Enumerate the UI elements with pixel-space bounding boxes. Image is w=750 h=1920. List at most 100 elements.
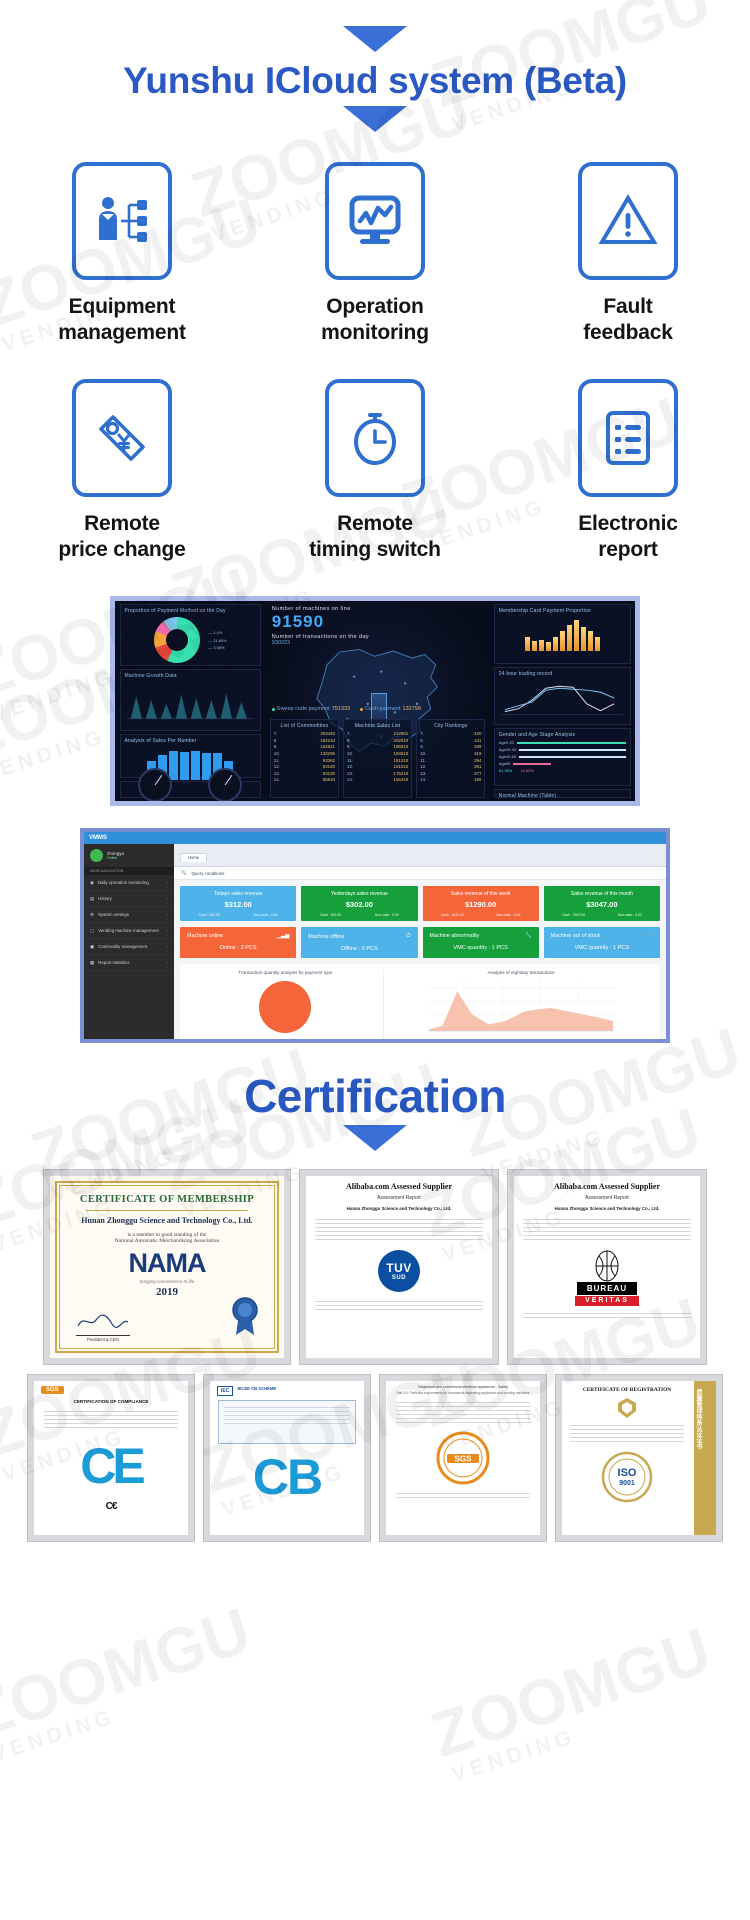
panel-title: 24 hour trading record — [498, 671, 553, 678]
table-row: 9. 349 — [420, 744, 482, 750]
legend-scan-value: 791333 — [331, 706, 351, 713]
vmms-user-block[interactable]: zhongyu Online — [84, 844, 174, 868]
certificate-footer-lines — [514, 1306, 700, 1326]
table-row: 11. 181310 — [347, 757, 409, 763]
query-bar[interactable]: 🔍 Query conditions — [174, 867, 666, 881]
certificate-heading: CERTIFICATE OF MEMBERSHIP — [79, 1194, 255, 1206]
legend-cash-label: Cash payment — [365, 706, 401, 713]
membership-bar-chart — [495, 617, 630, 652]
remote-timing-switch-icon — [354, 413, 396, 466]
machine-icon: ▢ — [90, 927, 95, 933]
sidebar-item-daily-operation-monitoring[interactable]: ◉ Daily operation monitoring › — [84, 875, 174, 892]
cloud-dashboard-screenshot[interactable]: Number of machines on line 91590 Number … — [110, 596, 640, 807]
dashboard-center-column: Number of machines on line 91590 Number … — [265, 601, 490, 802]
svg-text:9001: 9001 — [619, 1480, 635, 1487]
machine-growth-chart — [126, 693, 255, 720]
chart-payment-type: Transaction quantity analysis by payment… — [188, 970, 383, 1039]
trading-line-chart — [501, 686, 623, 716]
tuv-sud-badge: TUV SUD — [378, 1249, 420, 1292]
dashboard-left-column: Proportion of Payment Method on the Day … — [115, 601, 266, 802]
sgs-logo: SGS — [41, 1386, 64, 1395]
sidebar-section-head: MAIN NAVIGATION — [84, 867, 174, 876]
report-icon: ▦ — [90, 959, 95, 965]
query-label: Query conditions — [191, 870, 225, 876]
table-row: 14. 156410 — [347, 777, 409, 783]
panel-membership-card: Membership Card Payment Proportion — [493, 604, 631, 665]
panel-title: Membership Card Payment Proportion — [498, 608, 591, 615]
feature-remote-timing-switch[interactable]: Remote timing switch — [275, 379, 475, 562]
remote-price-change-icon — [99, 415, 145, 462]
table-row: 14. 86510 — [273, 777, 335, 783]
feature-operation-monitoring[interactable]: Operation monitoring — [275, 162, 475, 345]
ce-mark-small: C€ — [105, 1500, 118, 1512]
sidebar-item-commodity-management[interactable]: ▣ Commodity management › — [84, 939, 174, 956]
certificate-alibaba-bureau-veritas[interactable]: Alibaba.com Assessed Supplier Assessment… — [507, 1169, 707, 1366]
sidebar-item-history[interactable]: ▤ History › — [84, 891, 174, 908]
certificate-nama-membership[interactable]: CERTIFICATE OF MEMBERSHIP Hunan Zhonggu … — [43, 1169, 291, 1366]
certificate-row: SGS CERTIFICATION OF COMPLIANCE CE C€ IE… — [18, 1374, 732, 1543]
search-icon: 🔍 — [181, 870, 187, 876]
iso-side-band: 质量管理体系认证证书 — [694, 1381, 716, 1536]
panel-gender-age: Gender and Age Stage Analysis Age0-20 Ag… — [493, 728, 631, 787]
table-row: 14. 165 — [420, 777, 482, 783]
certificate-footer-lines — [386, 1486, 540, 1505]
table-title: List of Commodities — [280, 723, 329, 730]
kpi-yesterdays-sales-revenue: Yesterdays sales revenue $302.00 Cash : … — [301, 886, 418, 922]
certificate-sgs-ce[interactable]: SGS CERTIFICATION OF COMPLIANCE CE C€ — [27, 1374, 195, 1543]
tab-home[interactable]: Home — [180, 852, 208, 862]
table-row: 11. 294 — [420, 757, 482, 763]
gauge-unit-price: Current unit price of trader (/ yuan) — [203, 767, 247, 802]
vmms-topbar: VMMS — [84, 832, 666, 845]
triangle-down-icon — [343, 106, 407, 132]
operation-monitoring-icon — [349, 195, 401, 244]
certificate-image: Household and commercial electrical appl… — [386, 1381, 540, 1536]
feature-remote-price-change[interactable]: Remote price change — [22, 379, 222, 562]
certificate-org: National Automatic Merchandising Associa… — [114, 1237, 220, 1244]
certificate-iso-9001[interactable]: CERTIFICATE OF REGISTRATION ISO 9001 质量管… — [555, 1374, 723, 1543]
feature-fault-feedback[interactable]: Fault feedback — [528, 162, 728, 345]
feature-electronic-report[interactable]: Electronic report — [528, 379, 728, 562]
table-row: 9. 162621 — [273, 744, 335, 750]
certificate-cb-scheme[interactable]: IEC IECEE CB SCHEME CB — [203, 1374, 371, 1543]
feature-equipment-management[interactable]: Equipment management — [22, 162, 222, 345]
certificate-alibaba-tuv[interactable]: Alibaba.com Assessed Supplier Assessment… — [299, 1169, 499, 1366]
table-row: 7. 203440 — [273, 731, 335, 737]
fault-feedback-icon — [598, 194, 658, 244]
vmms-admin-screenshot[interactable]: VMMS zhongyu Online MAIN NAVIGATION ◉ Dai… — [80, 828, 670, 1044]
sidebar-item-report-statistics[interactable]: ▦ Report statistics › — [84, 955, 174, 972]
donut-chart — [154, 617, 201, 664]
panel-title: Machine Growth Data — [124, 673, 177, 680]
signal-bars-icon: ▁▃▅ — [276, 933, 290, 940]
legend-dot-cash — [360, 707, 364, 711]
certificate-body-lines — [306, 1211, 492, 1248]
feature-label: Equipment management — [58, 295, 186, 344]
feature-label: Remote timing switch — [309, 512, 441, 561]
signature-title: President & CEO — [76, 1335, 130, 1342]
vmms-brand: VMMS — [89, 835, 107, 842]
feature-icon-box — [325, 379, 425, 498]
cart-icon: 🛒 — [646, 933, 653, 940]
wrench-icon: 🔧 — [525, 933, 532, 940]
certificate-sgs-rohs[interactable]: Household and commercial electrical appl… — [379, 1374, 547, 1543]
certificate-grid: CERTIFICATE OF MEMBERSHIP Hunan Zhonggu … — [0, 1169, 750, 1543]
sidebar-item-vending-machine-management[interactable]: ▢ Vending machine management › — [84, 923, 174, 940]
age-row: Age60 — [499, 761, 626, 766]
iec-logo: IEC — [217, 1386, 234, 1397]
chevron-right-icon: › — [166, 944, 168, 950]
gear-icon: ⚙ — [90, 911, 94, 917]
certificate-table — [218, 1400, 356, 1445]
history-icon: ▤ — [90, 895, 95, 901]
table-row: 7. 212961 — [347, 731, 409, 737]
ce-mark: CE — [80, 1437, 145, 1494]
sidebar-item-system-settings[interactable]: ⚙ System settings › — [84, 907, 174, 924]
table-row: 10. 193610 — [347, 751, 409, 757]
chevron-right-icon: › — [166, 880, 168, 886]
table-row: 10. 319 — [420, 751, 482, 757]
donut-legend: — 1.4% — 11.65% — 3.06% — [208, 630, 227, 651]
status-offline: Offline Machine 457 — [515, 803, 541, 807]
product-detail-page: ZOOMGUVENDING ZOOMGUVENDING ZOOMGUVENDIN… — [0, 0, 750, 1920]
feature-icon-box — [578, 379, 678, 498]
feature-row: Equipment management Operation monitoring — [22, 162, 728, 345]
feature-icon-box — [72, 162, 172, 280]
gauge-transactions: Number of current transactions (pens) — [133, 767, 177, 802]
